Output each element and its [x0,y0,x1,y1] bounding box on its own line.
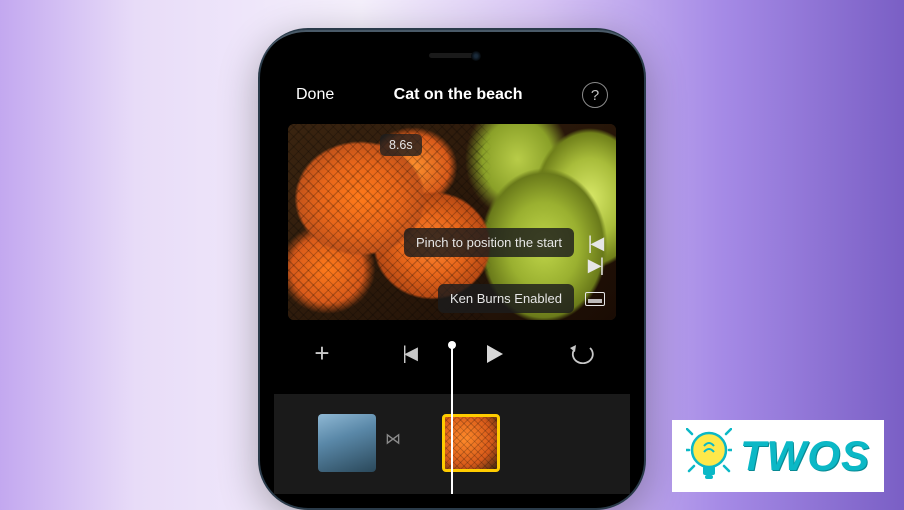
twos-logo: TWOS [672,420,884,492]
undo-icon [570,344,594,364]
help-icon: ? [591,87,599,104]
skip-to-end-row: ▶| [584,256,606,274]
play-button[interactable] [477,344,513,364]
transition-icon: ⋈ [385,429,401,449]
playhead[interactable] [451,344,453,494]
transition-chip[interactable]: ⋈ [382,428,404,450]
add-media-button[interactable]: + [304,338,340,369]
skip-to-start-icon: |◀ [588,234,603,252]
timeline-clip[interactable] [318,414,376,472]
undo-button[interactable] [564,344,600,364]
skip-to-end-button[interactable]: ▶| [584,256,606,274]
ken-burns-toggle[interactable] [584,292,606,306]
pinch-start-tip-row: Pinch to position the start |◀ [404,228,606,257]
phone-frame: Done Cat on the beach ? 8.6s Pinch to po… [258,28,646,510]
twos-logo-text: TWOS [740,432,870,480]
ken-burns-tip: Ken Burns Enabled [438,284,574,313]
ken-burns-icon [585,292,605,306]
previous-icon: |◀ [402,343,415,364]
play-icon [486,344,504,364]
screen: Done Cat on the beach ? 8.6s Pinch to po… [274,44,630,494]
help-button[interactable]: ? [582,82,608,108]
project-title: Cat on the beach [394,86,523,104]
skip-to-start-button[interactable]: |◀ [584,234,606,252]
previous-button[interactable]: |◀ [391,343,427,364]
notch [377,44,527,70]
done-button[interactable]: Done [296,86,334,104]
pinch-start-tip: Pinch to position the start [404,228,574,257]
ken-burns-tip-row: Ken Burns Enabled [438,284,606,313]
clip-duration-badge: 8.6s [380,134,422,156]
timeline[interactable]: ⋈ [274,394,630,494]
skip-to-end-icon: ▶| [588,256,603,274]
lightbulb-icon [686,428,732,484]
preview-viewer[interactable]: 8.6s Pinch to position the start |◀ ▶| K… [288,124,616,320]
